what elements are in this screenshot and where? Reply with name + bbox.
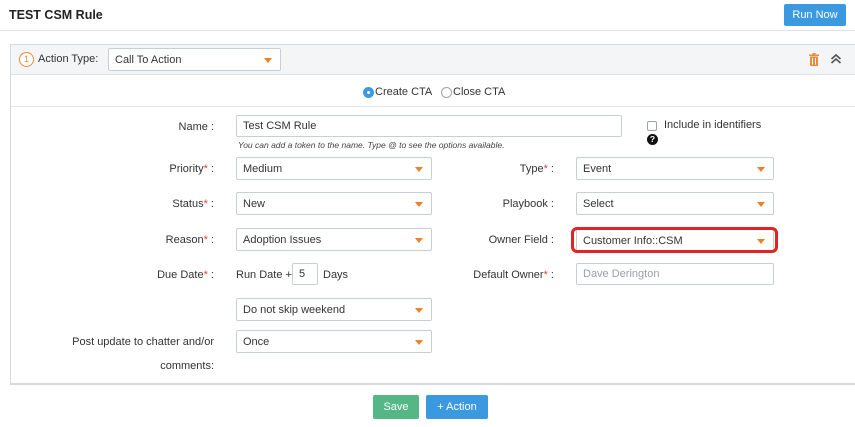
priority-select[interactable]: Medium xyxy=(236,157,432,180)
type-value: Event xyxy=(583,163,612,175)
weekend-select[interactable]: Do not skip weekend xyxy=(236,298,432,321)
page-title: TEST CSM Rule xyxy=(9,8,103,22)
include-identifiers-checkbox[interactable] xyxy=(647,121,657,131)
days-label: Days xyxy=(323,269,349,281)
status-label: Status* : xyxy=(172,198,214,210)
reason-label: Reason* : xyxy=(165,234,214,246)
caret-down-icon xyxy=(415,167,423,172)
top-bar: TEST CSM Rule Run Now xyxy=(0,0,855,31)
question-circle-icon[interactable]: ? xyxy=(647,134,658,145)
priority-label: Priority* : xyxy=(169,163,214,175)
status-select[interactable]: New xyxy=(236,192,432,215)
playbook-value: Select xyxy=(583,198,614,210)
post-update-select[interactable]: Once xyxy=(236,330,432,353)
cta-mode-row: Create CTA Close CTA xyxy=(11,76,855,107)
run-now-button[interactable]: Run Now xyxy=(784,4,846,26)
action-panel-header: 1 Action Type: Call To Action xyxy=(11,45,855,75)
caret-down-icon xyxy=(415,202,423,207)
action-type-value: Call To Action xyxy=(115,54,182,66)
name-label: Name : xyxy=(178,121,214,133)
default-owner-input[interactable]: Dave Derington xyxy=(576,263,774,285)
panel-bottom-edge xyxy=(10,384,855,385)
post-update-label-line2: comments: xyxy=(160,360,214,372)
playbook-label: Playbook : xyxy=(502,198,554,210)
type-select[interactable]: Event xyxy=(576,157,774,180)
priority-value: Medium xyxy=(243,163,283,175)
owner-field-label: Owner Field : xyxy=(488,234,554,246)
close-cta-radio[interactable] xyxy=(441,87,452,98)
name-input-value: Test CSM Rule xyxy=(243,120,317,132)
due-days-value: 5 xyxy=(299,268,306,280)
caret-down-icon xyxy=(415,340,423,345)
run-date-prefix: Run Date + xyxy=(236,269,292,281)
caret-down-icon xyxy=(415,238,423,243)
step-number-badge: 1 xyxy=(19,52,34,67)
default-owner-label: Default Owner* : xyxy=(473,269,554,281)
playbook-select[interactable]: Select xyxy=(576,192,774,215)
default-owner-placeholder: Dave Derington xyxy=(583,268,660,280)
post-update-value: Once xyxy=(243,336,270,348)
type-label: Type* : xyxy=(519,163,554,175)
add-action-button[interactable]: + Action xyxy=(426,395,488,419)
include-identifiers-label[interactable]: Include in identifiers xyxy=(664,119,761,131)
close-cta-label[interactable]: Close CTA xyxy=(453,86,505,98)
post-update-label-line1: Post update to chatter and/or xyxy=(72,336,214,348)
reason-value: Adoption Issues xyxy=(243,234,322,246)
reason-select[interactable]: Adoption Issues xyxy=(236,228,432,251)
weekend-value: Do not skip weekend xyxy=(243,304,346,316)
create-cta-radio[interactable] xyxy=(363,87,374,98)
chevron-double-up-icon[interactable] xyxy=(830,53,842,65)
caret-down-icon xyxy=(757,167,765,172)
name-hint: You can add a token to the name. Type @ … xyxy=(238,140,505,150)
action-type-label: Action Type: xyxy=(38,53,99,65)
trash-icon[interactable] xyxy=(809,53,819,66)
name-input[interactable]: Test CSM Rule xyxy=(236,115,622,137)
status-value: New xyxy=(243,198,266,210)
caret-down-icon xyxy=(264,58,272,63)
save-button[interactable]: Save xyxy=(373,395,419,419)
action-type-select[interactable]: Call To Action xyxy=(108,48,281,71)
caret-down-icon xyxy=(415,308,423,313)
create-cta-label[interactable]: Create CTA xyxy=(375,86,432,98)
due-days-input[interactable]: 5 xyxy=(292,263,318,285)
due-date-label: Due Date* : xyxy=(157,269,214,281)
caret-down-icon xyxy=(757,202,765,207)
owner-field-highlight xyxy=(571,227,778,253)
